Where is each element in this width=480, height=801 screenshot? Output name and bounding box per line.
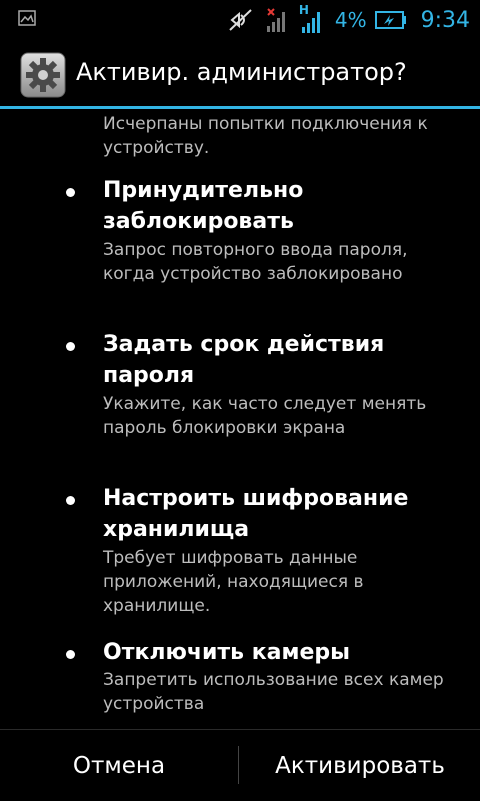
policy-list[interactable]: Исчерпаны попытки подключения к устройст… [0,109,480,729]
policy-title: Настроить шифрование хранилища [103,486,409,542]
bullet-icon [66,496,75,505]
policy-title: Отключить камеры [103,640,351,665]
battery-percent: 4% [334,8,367,32]
network-signal-icon: H [299,3,325,35]
policy-title: Задать срок действия пароля [103,332,385,388]
bullet-icon [66,650,75,659]
clock: 9:34 [420,7,470,33]
dialog-title-bar: Активир. администратор? [0,40,480,108]
policy-description: Исчерпаны попытки подключения к устройст… [103,114,428,158]
vibrate-off-icon [227,7,255,33]
activate-button[interactable]: Активировать [240,730,480,801]
signal-no-service-icon [265,6,289,34]
cancel-button[interactable]: Отмена [0,730,238,801]
button-divider [238,746,239,784]
settings-gear-icon [20,52,66,98]
policy-description: Укажите, как часто следует менять пароль… [103,394,427,438]
dialog-title: Активир. администратор? [76,58,407,86]
bullet-icon [66,342,75,351]
policy-description: Запрос повторного ввода пароля, когда ус… [103,240,408,284]
dialog-button-bar: Отмена Активировать [0,729,480,801]
policy-description: Запретить использование всех камер устро… [103,670,444,714]
policy-title: Принудительно заблокировать [103,178,304,234]
policy-description: Требует шифровать данные приложений, нах… [103,548,364,616]
battery-charging-icon [374,10,407,30]
bullet-icon [66,188,75,197]
image-icon [18,10,36,26]
status-bar: H 4% 9:34 [0,0,480,40]
